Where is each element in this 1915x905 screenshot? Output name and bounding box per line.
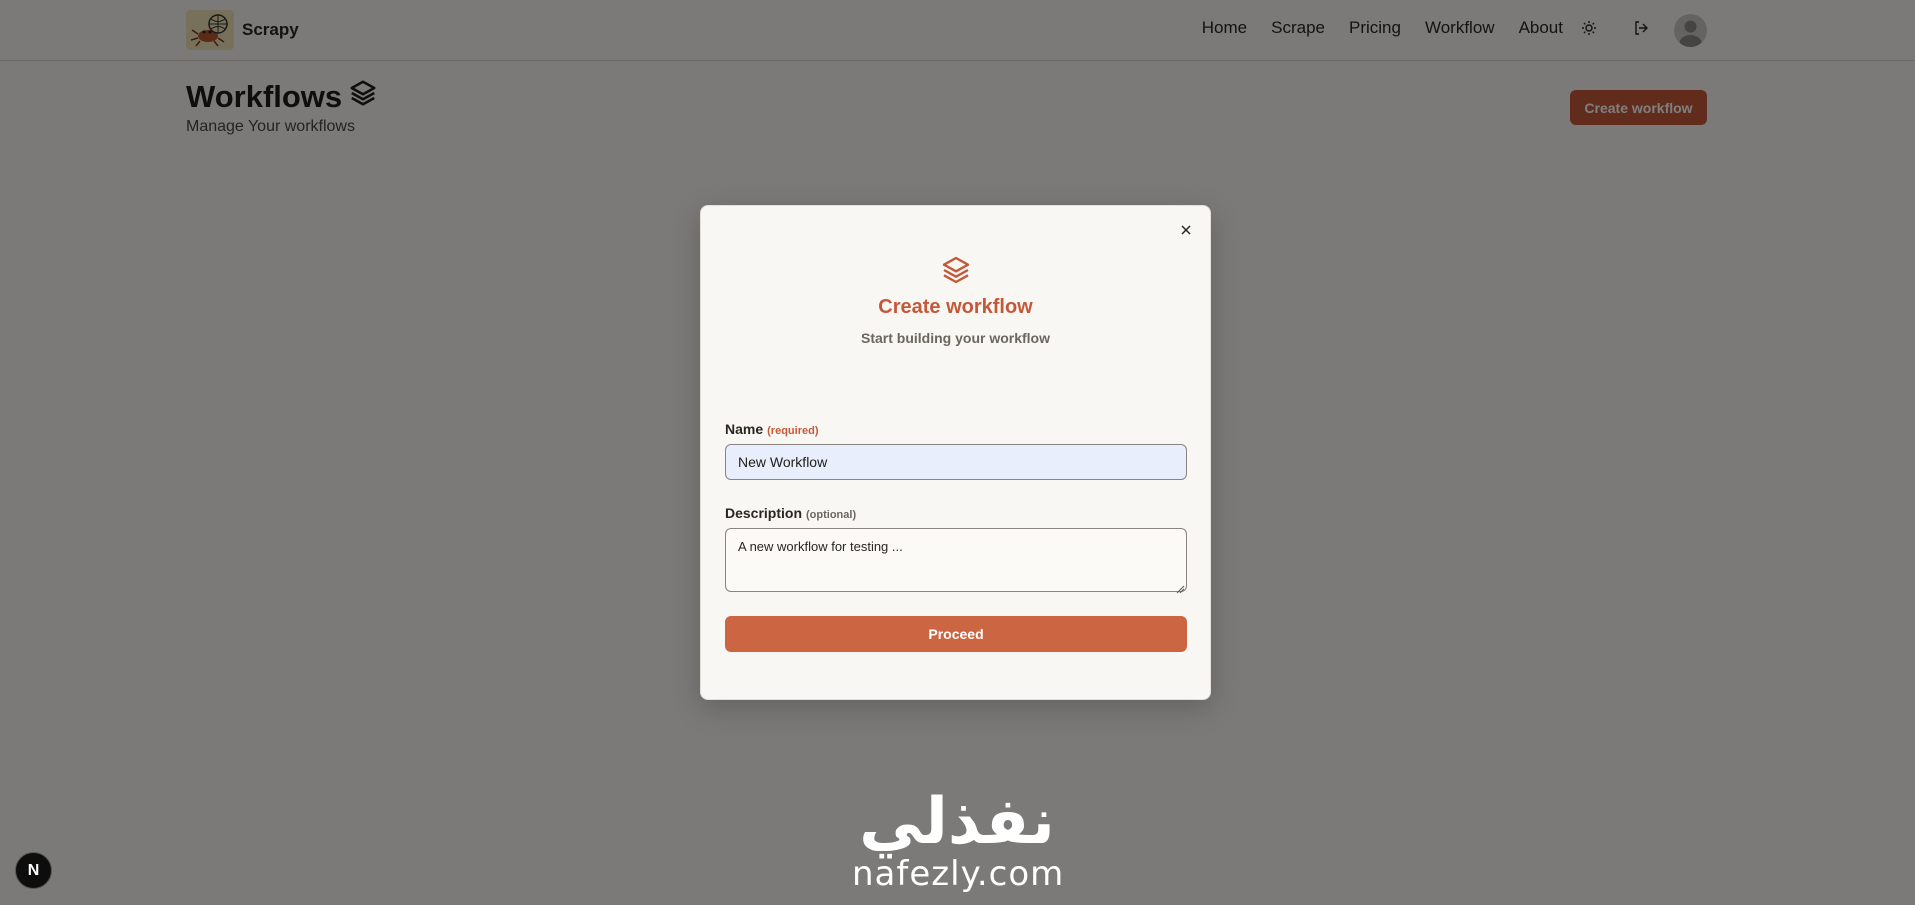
watermark-latin-text: nafezly.com xyxy=(852,854,1065,894)
description-label-text: Description xyxy=(725,505,803,521)
description-field[interactable]: A new workflow for testing ... xyxy=(725,528,1187,592)
description-field-label: Description (optional) xyxy=(725,505,856,521)
dialog-title: Create workflow xyxy=(878,296,1033,318)
name-field-label: Name (required) xyxy=(725,421,818,437)
close-icon[interactable] xyxy=(1178,222,1194,238)
layers-icon xyxy=(940,254,972,286)
proceed-button[interactable]: Proceed xyxy=(725,616,1187,652)
required-hint: (required) xyxy=(767,425,819,437)
name-label-text: Name xyxy=(725,421,764,437)
dialog-subtitle: Start building your workflow xyxy=(861,330,1050,346)
resize-handle-icon[interactable] xyxy=(1176,581,1185,594)
watermark: نفذلي nafezly.com xyxy=(852,785,1065,894)
optional-hint: (optional) xyxy=(806,509,857,521)
name-field[interactable] xyxy=(725,444,1187,480)
create-workflow-dialog: Create workflow Start building your work… xyxy=(700,205,1211,700)
watermark-arabic-text: نفذلي xyxy=(859,785,1055,859)
nextjs-dev-badge[interactable]: N xyxy=(15,852,52,889)
